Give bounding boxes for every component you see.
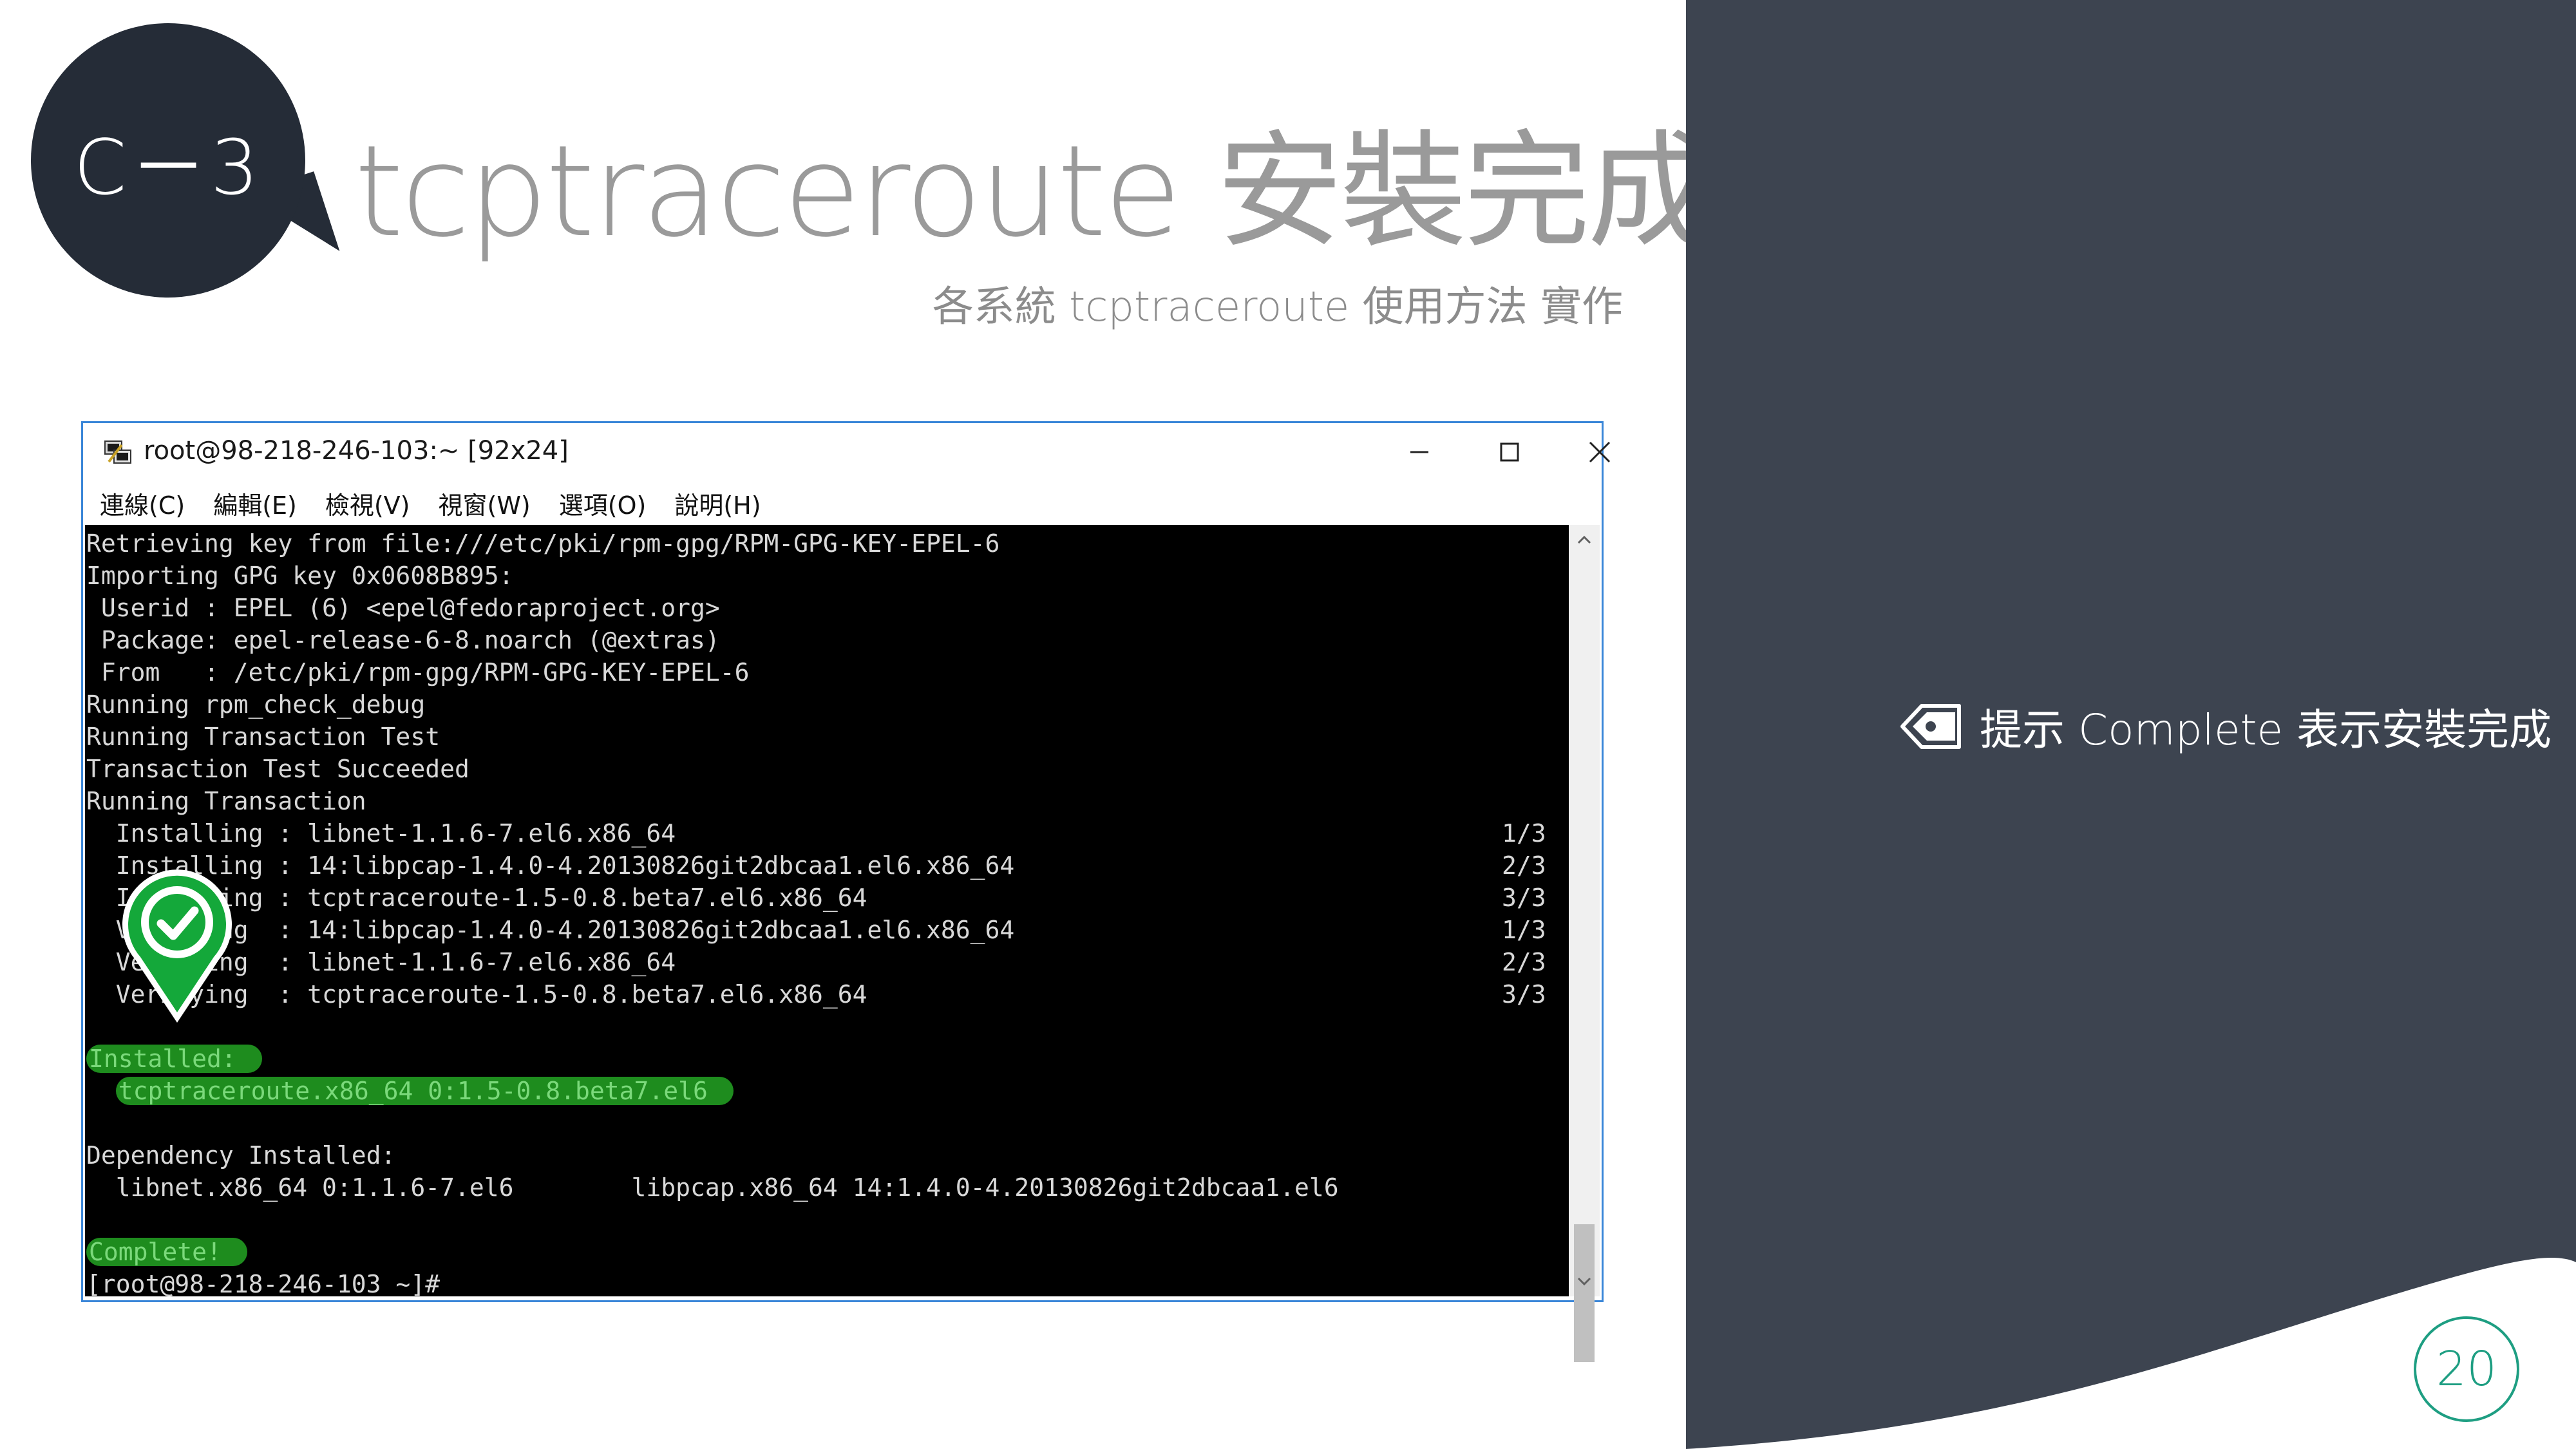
terminal-line: Running rpm_check_debug [86,688,425,721]
terminal-line-text: Running Transaction Test [86,723,440,751]
menu-options[interactable]: 選項(O) [559,486,647,521]
scroll-up-button[interactable] [1569,525,1600,556]
terminal-line: tcptraceroute.x86_64 0:1.5-0.8.beta7.el6 [86,1075,734,1107]
transaction-progress: 3/3 [1502,980,1546,1009]
page-number: 20 [2414,1316,2519,1422]
transaction-progress: 2/3 [1502,851,1546,880]
menu-window[interactable]: 視窗(W) [439,486,531,521]
terminal-line-text: Running rpm_check_debug [86,690,426,719]
terminal-line: Installing : libnet-1.1.6-7.el6.x86_64 [86,817,676,849]
terminal-line-text: Installing : libnet-1.1.6-7.el6.x86_64 [86,819,676,848]
terminal-line-indent [86,1077,116,1105]
terminal-line-text: [root@98-218-246-103 ~]# [86,1270,440,1296]
terminal-line: Importing GPG key 0x0608B895: [86,560,513,592]
terminal-line: Userid : EPEL (6) <epel@fedoraproject.or… [86,592,720,624]
terminal-console[interactable]: Retrieving key from file:///etc/pki/rpm-… [85,525,1569,1296]
minimize-icon [1410,451,1428,453]
transaction-progress: 1/3 [1502,819,1546,848]
transaction-progress: 1/3 [1502,916,1546,944]
slide-title: tcptraceroute 安裝完成 [354,118,1714,265]
terminal-line-text: Importing GPG key 0x0608B895: [86,562,514,590]
terminal-line: libnet.x86_64 0:1.1.6-7.el6 libpcap.x86_… [86,1171,1339,1204]
terminal-highlighted-text: tcptraceroute.x86_64 0:1.5-0.8.beta7.el6 [115,1077,734,1105]
terminal-line-text: libnet.x86_64 0:1.1.6-7.el6 libpcap.x86_… [86,1173,1339,1202]
window-title: root@98-218-246-103:~ [92x24] [144,436,569,466]
terminal-line: Dependency Installed: [86,1139,395,1171]
vertical-scrollbar[interactable] [1569,525,1600,1362]
terminal-line: From : /etc/pki/rpm-gpg/RPM-GPG-KEY-EPEL… [86,656,750,688]
check-location-icon [122,869,232,1023]
terminal-line: [root@98-218-246-103 ~]# [86,1268,440,1296]
terminal-line-text: From : /etc/pki/rpm-gpg/RPM-GPG-KEY-EPEL… [86,658,750,687]
chevron-up-icon [1577,535,1591,544]
terminal-highlighted-text: Installed: [86,1045,262,1073]
scroll-down-button[interactable] [1569,1265,1600,1296]
tip-text: 提示 Complete 表示安裝完成 [1980,705,2552,755]
menu-edit[interactable]: 編輯(E) [213,486,297,521]
terminal-highlighted-text: Complete! [86,1238,247,1266]
maximize-icon [1500,442,1519,462]
slide-subtitle: 各系統 tcptraceroute 使用方法 實作 [932,283,1623,331]
terminal-line-text: Transaction Test Succeeded [86,755,469,783]
close-button[interactable] [1564,431,1635,473]
tag-icon [1900,704,1961,749]
terminal-line: Running Transaction [86,785,366,817]
minimize-button[interactable] [1384,431,1455,473]
tip-callout: 提示 Complete 表示安裝完成 [1900,696,2552,757]
window-titlebar[interactable]: root@98-218-246-103:~ [92x24] [83,423,1611,481]
chevron-down-icon [1577,1277,1591,1286]
terminal-line-text: Retrieving key from file:///etc/pki/rpm-… [86,529,1000,558]
terminal-line: Complete! [86,1236,247,1268]
terminal-line: Installed: [86,1043,262,1075]
putty-icon [104,440,131,464]
terminal-line: Running Transaction Test [86,721,440,753]
maximize-button[interactable] [1474,431,1545,473]
terminal-line-text: Package: epel-release-6-8.noarch (@extra… [86,626,720,654]
menu-connection[interactable]: 連線(C) [100,486,185,521]
terminal-line: Transaction Test Succeeded [86,753,469,785]
terminal-window: root@98-218-246-103:~ [92x24] 連線(C) 編輯(E… [81,421,1611,1362]
menu-view[interactable]: 檢視(V) [325,486,410,521]
close-icon [1589,441,1611,463]
menu-help[interactable]: 說明(H) [674,486,761,521]
terminal-line-text: Running Transaction [86,787,366,815]
section-badge-label: C－3 [73,122,263,212]
transaction-progress: 3/3 [1502,884,1546,912]
terminal-line: Package: epel-release-6-8.noarch (@extra… [86,624,720,656]
terminal-line-text: Userid : EPEL (6) <epel@fedoraproject.or… [86,594,720,622]
transaction-progress: 2/3 [1502,948,1546,976]
menu-bar: 連線(C) 編輯(E) 檢視(V) 視窗(W) 選項(O) 說明(H) [83,481,1602,525]
terminal-line-text: Dependency Installed: [86,1141,396,1170]
terminal-line: Retrieving key from file:///etc/pki/rpm-… [86,527,999,560]
